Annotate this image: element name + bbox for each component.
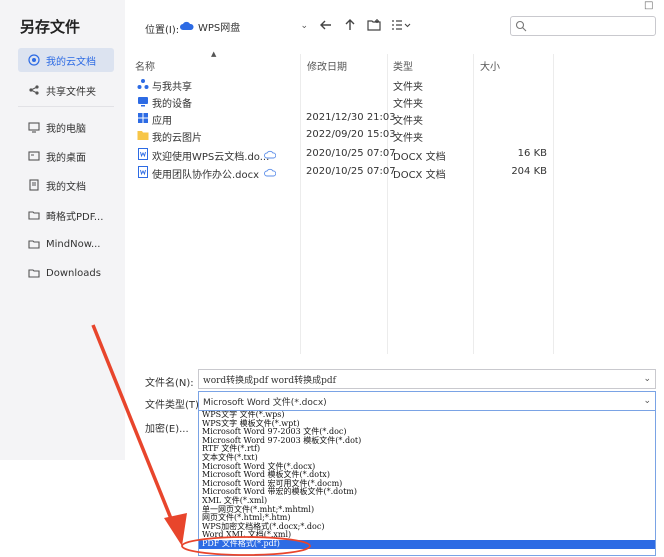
folder-icon (137, 131, 149, 140)
sidebar-item-label: 我的云文档 (46, 56, 96, 68)
sidebar-item-mindnow[interactable]: MindNow... (18, 232, 114, 256)
cloud-sync-icon (264, 168, 276, 177)
column-header-size[interactable]: 大小 (480, 58, 500, 73)
file-type: DOCX 文档 (393, 170, 446, 181)
file-date: 2020/10/25 07:07 (306, 166, 396, 177)
annotation-arrow-head (164, 513, 187, 546)
sidebar-item-label: Downloads (46, 267, 101, 279)
location-select[interactable]: WPS网盘 ⌄ (180, 16, 310, 36)
file-type: 文件夹 (393, 116, 423, 127)
search-icon (515, 20, 527, 32)
dropdown-option[interactable]: Microsoft Word 带宏的模板文件(*.dotm) (199, 488, 655, 497)
dropdown-option[interactable]: RTF 文件(*.rtf) (199, 445, 655, 454)
file-type: DOCX 文档 (393, 152, 446, 163)
folder-icon (28, 269, 40, 278)
chevron-down-icon: ⌄ (643, 374, 651, 384)
file-row[interactable]: 与我共享 文件夹 (135, 77, 555, 93)
column-header-type[interactable]: 类型 (393, 58, 413, 73)
file-name: 应用 (152, 116, 172, 127)
file-row[interactable]: 使用团队协作办公.docx 2020/10/25 07:07 DOCX 文档 2… (135, 165, 555, 181)
sidebar-item-shared-folder[interactable]: 共享文件夹 (18, 78, 114, 102)
file-name: 与我共享 (152, 82, 192, 93)
chevron-down-icon: ⌄ (643, 396, 651, 406)
dialog-title: 另存文件 (20, 18, 81, 36)
new-folder-icon[interactable] (366, 17, 382, 33)
filename-label: 文件名(N): (145, 378, 194, 389)
folder-icon (28, 240, 40, 249)
file-date: 2021/12/30 21:03 (306, 112, 396, 123)
filetype-value: Microsoft Word 文件(*.docx) (203, 397, 327, 408)
file-name: 我的设备 (152, 99, 192, 110)
file-date: 2022/09/20 15:03 (306, 129, 396, 140)
sidebar-item-downloads[interactable]: Downloads (18, 261, 114, 285)
file-row[interactable]: 欢迎使用WPS云文档.do... 2020/10/25 07:07 DOCX 文… (135, 147, 555, 163)
chevron-down-icon: ⌄ (300, 21, 308, 31)
file-type: 文件夹 (393, 82, 423, 93)
encrypt-button[interactable]: 加密(E)... (145, 420, 189, 435)
sidebar-item-label: MindNow... (46, 238, 101, 250)
sidebar-item-label: 我的文档 (46, 181, 86, 193)
file-type: 文件夹 (393, 99, 423, 110)
computer-icon (28, 122, 40, 133)
file-name: 欢迎使用WPS云文档.do... (152, 152, 270, 163)
sidebar-item-my-documents[interactable]: 我的文档 (18, 173, 114, 197)
close-icon[interactable]: □ (644, 0, 653, 11)
filename-input[interactable]: word转换成pdf word转换成pdf ⌄ (198, 369, 656, 389)
folder-icon (28, 211, 40, 220)
dropdown-option[interactable]: Microsoft Word 97-2003 模板文件(*.dot) (199, 436, 655, 446)
sidebar-item-cloud-docs[interactable]: 我的云文档 (18, 48, 114, 72)
view-mode-icon[interactable] (390, 17, 412, 33)
sort-ascending-icon: ▲ (211, 50, 217, 58)
column-header-modified[interactable]: 修改日期 (307, 58, 347, 73)
sidebar-item-my-desktop[interactable]: 我的桌面 (18, 144, 114, 168)
filename-value: word转换成pdf word转换成pdf (203, 375, 336, 386)
document-icon (29, 179, 39, 191)
filetype-dropdown-list: WPS文字 文件(*.wps) WPS文字 模板文件(*.wpt) Micros… (198, 410, 656, 556)
device-icon (138, 97, 148, 107)
file-date: 2020/10/25 07:07 (306, 148, 396, 159)
cloud-icon (180, 21, 194, 30)
file-size: 204 KB (511, 166, 547, 177)
desktop-icon (28, 151, 40, 161)
sidebar-divider (18, 106, 114, 107)
sidebar-item-label: 我的桌面 (46, 152, 86, 164)
share-folder-icon (137, 79, 149, 89)
column-header-name[interactable]: 名称 (135, 58, 155, 73)
cloud-icon (28, 54, 40, 66)
sidebar-item-pdf-folder[interactable]: 畸格式PDF... (18, 203, 114, 227)
file-type: 文件夹 (393, 133, 423, 144)
filetype-label: 文件类型(T): (145, 400, 203, 411)
filetype-select[interactable]: Microsoft Word 文件(*.docx) ⌄ (198, 391, 656, 411)
sidebar-item-label: 畸格式PDF... (46, 211, 104, 223)
file-row[interactable]: 我的云图片 2022/09/20 15:03 文件夹 (135, 128, 555, 144)
sidebar-item-my-computer[interactable]: 我的电脑 (18, 115, 114, 139)
up-arrow-icon[interactable] (342, 17, 358, 33)
file-name: 使用团队协作办公.docx (152, 170, 260, 181)
back-arrow-icon[interactable] (318, 17, 334, 33)
sidebar-item-label: 我的电脑 (46, 123, 86, 135)
share-icon (29, 85, 39, 95)
file-row[interactable]: 我的设备 文件夹 (135, 94, 555, 110)
file-name: 我的云图片 (152, 133, 202, 144)
docx-icon (138, 148, 148, 160)
save-dialog: 另存文件 □ 我的云文档 共享文件夹 我的电脑 我的桌面 我的文档 畸格式PDF… (0, 0, 664, 460)
location-value: WPS网盘 (198, 22, 241, 34)
search-input[interactable] (510, 16, 656, 36)
location-label: 位置(I): (145, 25, 180, 36)
sidebar-item-label: 共享文件夹 (46, 86, 96, 98)
file-row[interactable]: 应用 2021/12/30 21:03 文件夹 (135, 111, 555, 127)
file-size: 16 KB (517, 148, 547, 159)
cloud-sync-icon (264, 150, 276, 159)
docx-icon (138, 166, 148, 178)
dropdown-option-pdf[interactable]: PDF 文件格式(*.pdf) (199, 539, 655, 549)
apps-icon (138, 113, 148, 123)
